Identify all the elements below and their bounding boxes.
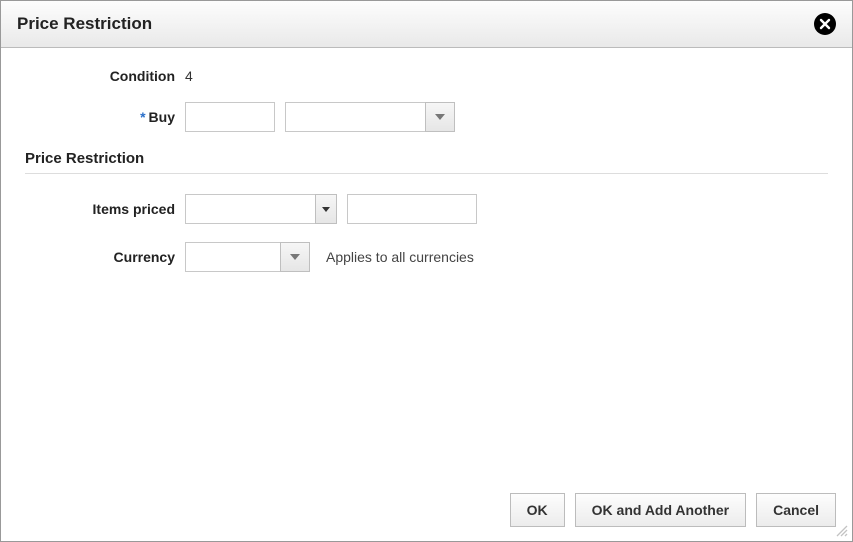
cancel-button[interactable]: Cancel: [756, 493, 836, 527]
currency-combo: [185, 242, 310, 272]
chevron-down-icon: [435, 114, 445, 120]
currency-row: Currency Applies to all currencies: [25, 242, 828, 272]
buy-combo-input[interactable]: [285, 102, 425, 132]
condition-value: 4: [185, 68, 193, 84]
items-priced-combo-trigger[interactable]: [315, 194, 337, 224]
buy-label-text: Buy: [149, 109, 175, 125]
chevron-down-icon: [290, 254, 300, 260]
dialog-title: Price Restriction: [17, 14, 152, 34]
ok-button[interactable]: OK: [510, 493, 565, 527]
buy-label: *Buy: [25, 109, 185, 125]
condition-row: Condition 4: [25, 68, 828, 84]
buy-row: *Buy: [25, 102, 828, 132]
caret-down-icon: [322, 207, 330, 212]
dialog-header: Price Restriction: [1, 1, 852, 48]
resize-grip-icon[interactable]: [835, 524, 849, 538]
close-icon[interactable]: [814, 13, 836, 35]
condition-label: Condition: [25, 68, 185, 84]
dialog-footer: OK OK and Add Another Cancel: [1, 481, 852, 541]
currency-help-text: Applies to all currencies: [326, 249, 474, 265]
items-priced-combo-input[interactable]: [185, 194, 315, 224]
items-priced-value-input[interactable]: [347, 194, 477, 224]
dialog-body: Condition 4 *Buy Price Restriction: [1, 48, 852, 481]
section-divider: [25, 173, 828, 174]
buy-combo: [285, 102, 455, 132]
required-indicator: *: [140, 109, 145, 125]
buy-input-1[interactable]: [185, 102, 275, 132]
items-priced-row: Items priced: [25, 194, 828, 224]
ok-add-another-button[interactable]: OK and Add Another: [575, 493, 746, 527]
price-restriction-dialog: Price Restriction Condition 4 *Buy: [0, 0, 853, 542]
currency-combo-trigger[interactable]: [280, 242, 310, 272]
currency-label: Currency: [25, 249, 185, 265]
items-priced-combo: [185, 194, 337, 224]
items-priced-label: Items priced: [25, 201, 185, 217]
buy-combo-trigger[interactable]: [425, 102, 455, 132]
section-price-restriction: Price Restriction: [25, 150, 828, 167]
currency-combo-input[interactable]: [185, 242, 280, 272]
